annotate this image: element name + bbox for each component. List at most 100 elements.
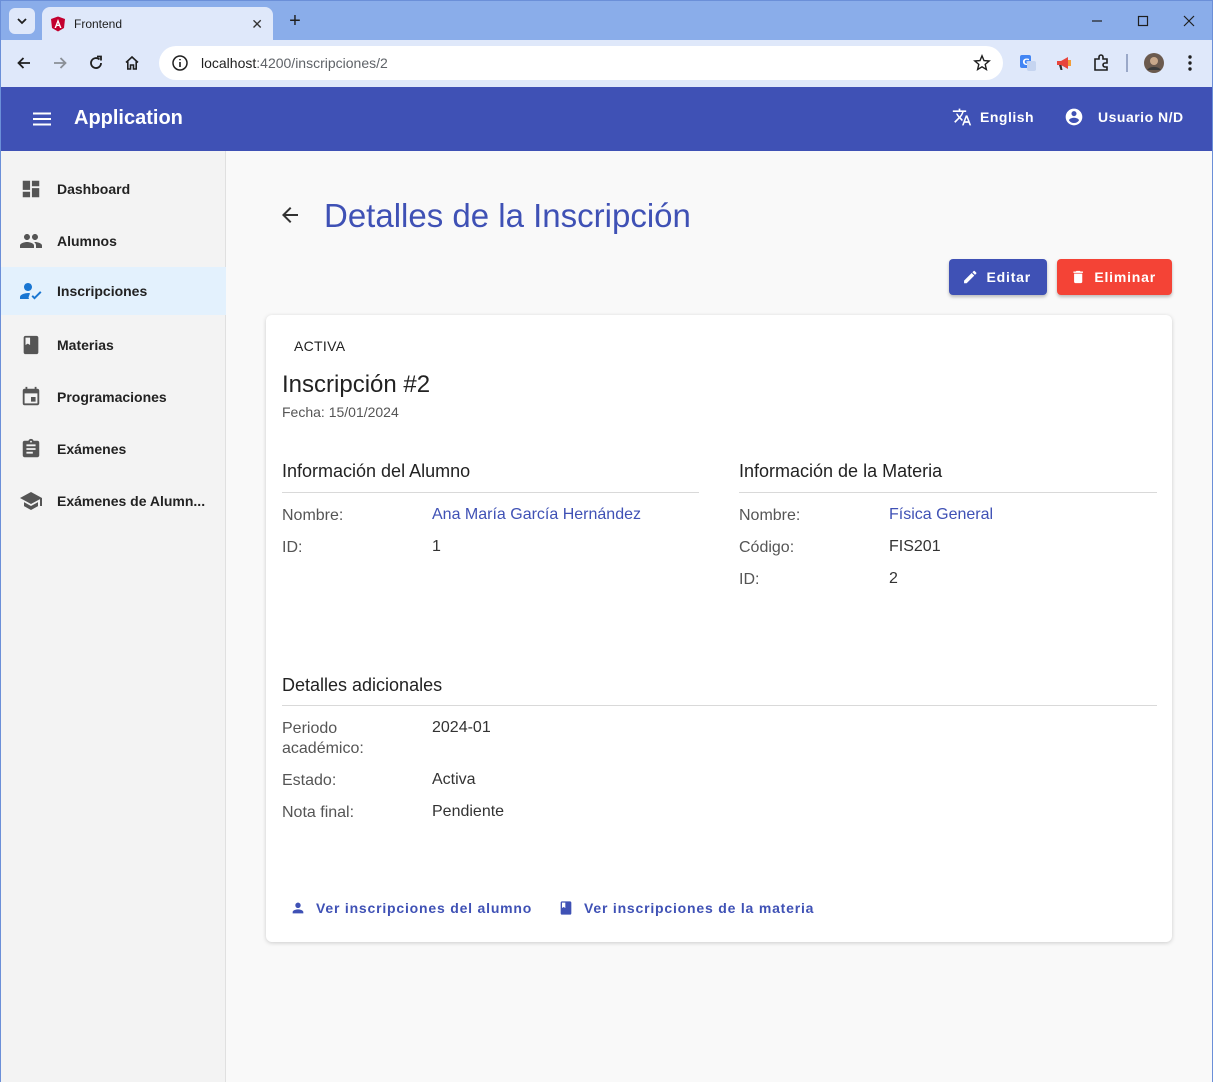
back-nav-icon[interactable] xyxy=(11,50,37,76)
view-subject-enrollments-button[interactable]: Ver inscripciones de la materia xyxy=(558,900,814,916)
subject-id-value: 2 xyxy=(889,570,898,587)
view-student-enrollments-button[interactable]: Ver inscripciones del alumno xyxy=(290,900,532,916)
delete-button-label: Eliminar xyxy=(1094,269,1156,285)
sidebar-item-label: Dashboard xyxy=(57,181,131,197)
sidebar-item-dashboard[interactable]: Dashboard xyxy=(1,165,226,213)
sidebar-item-alumnos[interactable]: Alumnos xyxy=(1,217,226,265)
close-window-icon[interactable] xyxy=(1166,1,1212,41)
app-toolbar: Application English Usuario N/D xyxy=(0,87,1213,151)
sidebar-item-label: Programaciones xyxy=(57,389,167,405)
home-icon[interactable] xyxy=(119,50,145,76)
sidebar-item-label: Exámenes xyxy=(57,441,127,457)
account-circle-icon xyxy=(1065,108,1083,126)
user-menu-button[interactable]: Usuario N/D xyxy=(1064,107,1184,127)
state-label: Estado: xyxy=(282,772,337,789)
delete-button[interactable]: Eliminar xyxy=(1057,259,1172,295)
tab-title: Frontend xyxy=(74,17,123,31)
subject-name-link[interactable]: Física General xyxy=(889,506,993,524)
menu-icon[interactable] xyxy=(30,107,54,131)
subject-section-title: Información de la Materia xyxy=(739,461,943,481)
subject-code-value: FIS201 xyxy=(889,538,941,555)
browser-menu-icon[interactable] xyxy=(1179,52,1201,74)
maximize-icon[interactable] xyxy=(1120,1,1166,41)
main-content: Detalles de la Inscripción Editar Elimin… xyxy=(226,151,1213,1082)
student-section-title: Información del Alumno xyxy=(282,461,471,481)
sidebar-item-label: Alumnos xyxy=(57,233,117,249)
sidebar-item-examenes[interactable]: Exámenes xyxy=(1,425,226,473)
edit-button[interactable]: Editar xyxy=(949,259,1047,295)
url-text: localhost:4200/inscripciones/2 xyxy=(201,55,973,71)
card-title: Inscripción #2 xyxy=(282,371,431,398)
student-section-divider xyxy=(282,492,699,493)
sidebar-item-label: Exámenes de Alumn... xyxy=(57,493,206,509)
student-id-value: 1 xyxy=(432,538,441,555)
browser-tab[interactable]: Frontend ✕ xyxy=(42,7,273,41)
browser-tab-strip: Frontend ✕ + xyxy=(0,0,1213,41)
sidebar-item-inscripciones[interactable]: Inscripciones xyxy=(1,267,226,315)
student-name-label: Nombre: xyxy=(282,507,344,524)
tab-search-button[interactable] xyxy=(9,8,35,34)
people-icon xyxy=(19,229,43,253)
app-title: Application xyxy=(74,107,183,129)
site-info-icon[interactable] xyxy=(171,54,189,72)
extra-section-title: Detalles adicionales xyxy=(282,675,443,695)
how-to-reg-icon xyxy=(19,279,43,303)
pencil-icon xyxy=(964,270,977,284)
student-id-label: ID: xyxy=(282,539,303,556)
bookmark-star-icon[interactable] xyxy=(973,54,991,72)
back-arrow-icon[interactable] xyxy=(278,203,302,227)
minimize-icon[interactable] xyxy=(1074,1,1120,41)
student-name-link[interactable]: Ana María García Hernández xyxy=(432,506,641,524)
address-bar[interactable]: localhost:4200/inscripciones/2 xyxy=(159,46,1003,80)
grade-value: Pendiente xyxy=(432,803,505,820)
sidebar-item-label: Inscripciones xyxy=(57,283,148,299)
sidebar-item-programaciones[interactable]: Programaciones xyxy=(1,373,226,421)
edit-button-label: Editar xyxy=(986,269,1031,285)
chevron-down-icon xyxy=(17,18,27,25)
state-value: Activa xyxy=(432,771,476,788)
period-value: 2024-01 xyxy=(432,719,491,736)
book-icon xyxy=(560,901,572,915)
event-icon xyxy=(19,385,43,409)
extra-section-divider xyxy=(282,705,1157,706)
dashboard-icon xyxy=(19,177,43,201)
translate-icon xyxy=(952,108,972,126)
book-icon xyxy=(19,333,43,357)
sidebar-item-materias[interactable]: Materias xyxy=(1,321,226,369)
card-subtitle: Fecha: 15/01/2024 xyxy=(282,404,399,420)
angular-favicon-icon xyxy=(51,16,65,32)
sidebar-item-examenes-alumnos[interactable]: Exámenes de Alumn... xyxy=(1,477,226,525)
language-label: English xyxy=(980,109,1035,125)
tab-close-icon[interactable]: ✕ xyxy=(251,16,263,33)
profile-avatar[interactable] xyxy=(1143,52,1165,74)
browser-toolbar: localhost:4200/inscripciones/2 G xyxy=(0,40,1213,87)
view-subject-enrollments-label: Ver inscripciones de la materia xyxy=(584,900,815,916)
status-badge: ACTIVA xyxy=(294,338,346,354)
language-button[interactable]: English xyxy=(952,107,1034,127)
period-label: Periodo académico: xyxy=(282,720,364,757)
subject-name-label: Nombre: xyxy=(739,507,801,524)
subject-section-divider xyxy=(739,492,1157,493)
view-student-enrollments-label: Ver inscripciones del alumno xyxy=(316,900,533,916)
school-icon xyxy=(19,489,43,513)
enrollment-card: ACTIVA Inscripción #2 Fecha: 15/01/2024 … xyxy=(266,315,1172,942)
url-host: localhost xyxy=(201,55,257,71)
subject-code-label: Código: xyxy=(739,539,795,556)
sidebar-item-label: Materias xyxy=(57,337,114,353)
subject-id-label: ID: xyxy=(739,571,760,588)
page-title: Detalles de la Inscripción xyxy=(324,197,691,234)
trash-icon xyxy=(1073,270,1083,284)
reload-icon[interactable] xyxy=(83,50,109,76)
forward-nav-icon[interactable] xyxy=(47,50,73,76)
user-label: Usuario N/D xyxy=(1098,109,1184,125)
extensions-puzzle-icon[interactable] xyxy=(1090,52,1112,74)
new-tab-icon[interactable]: + xyxy=(283,9,307,33)
megaphone-extension-icon[interactable] xyxy=(1053,52,1075,74)
grade-label: Nota final: xyxy=(282,804,355,821)
url-path: :4200/inscripciones/2 xyxy=(256,55,388,71)
person-icon xyxy=(292,902,304,914)
sidebar-nav: Dashboard Alumnos Inscripciones Materias… xyxy=(0,151,226,1082)
toolbar-divider xyxy=(1126,54,1128,72)
translate-extension-icon[interactable]: G xyxy=(1017,52,1039,74)
assignment-icon xyxy=(19,437,43,461)
